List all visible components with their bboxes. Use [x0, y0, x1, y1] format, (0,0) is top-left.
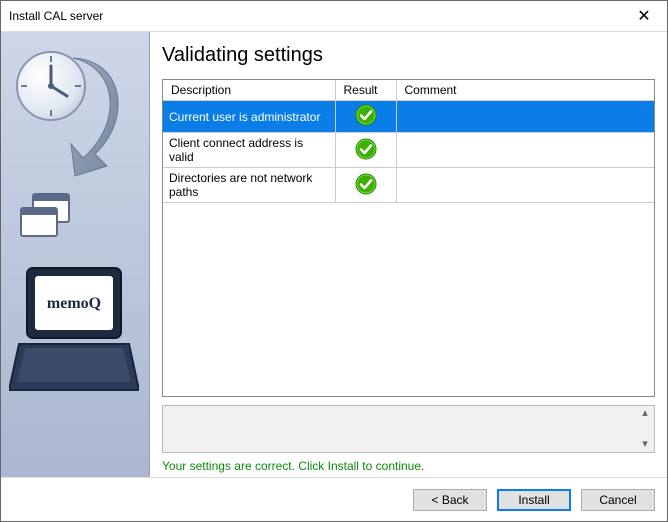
status-message: Your settings are correct. Click Install…	[162, 453, 655, 477]
window-body: memoQ Validating settings Description	[1, 32, 667, 477]
close-button[interactable]: ✕	[621, 1, 667, 31]
close-icon: ✕	[637, 6, 650, 26]
cell-comment	[396, 133, 654, 168]
page-heading: Validating settings	[162, 44, 655, 67]
validation-table: Description Result Comment Current user …	[163, 80, 654, 203]
scroll-up-icon[interactable]: ▴	[638, 408, 652, 419]
installer-window: Install CAL server ✕	[0, 0, 668, 522]
svg-text:memoQ: memoQ	[47, 295, 101, 312]
col-header-comment[interactable]: Comment	[396, 80, 654, 101]
check-ok-icon	[355, 173, 377, 198]
check-ok-icon	[355, 138, 377, 163]
cancel-button[interactable]: Cancel	[581, 489, 655, 511]
cell-comment	[396, 168, 654, 203]
window-title: Install CAL server	[9, 9, 103, 23]
scroll-down-icon[interactable]: ▾	[638, 439, 652, 450]
table-row[interactable]: Directories are not network paths	[163, 168, 654, 203]
check-ok-icon	[355, 104, 377, 129]
cell-comment	[396, 101, 654, 133]
cell-result	[335, 133, 396, 168]
install-button[interactable]: Install	[497, 489, 571, 511]
details-box: ▴ ▾	[162, 405, 655, 453]
windows-icon	[19, 192, 75, 243]
titlebar: Install CAL server ✕	[1, 1, 667, 32]
cell-description: Current user is administrator	[163, 101, 335, 133]
table-row[interactable]: Client connect address is valid	[163, 133, 654, 168]
back-button[interactable]: < Back	[413, 489, 487, 511]
cell-description: Client connect address is valid	[163, 133, 335, 168]
table-row[interactable]: Current user is administrator	[163, 101, 654, 133]
wizard-sidebar: memoQ	[1, 32, 150, 477]
col-header-result[interactable]: Result	[335, 80, 396, 101]
footer: < Back Install Cancel	[1, 477, 667, 521]
col-header-description[interactable]: Description	[163, 80, 335, 101]
main-panel: Validating settings Description Result C…	[150, 32, 667, 477]
cell-description: Directories are not network paths	[163, 168, 335, 203]
clock-icon	[13, 48, 133, 181]
laptop-icon: memoQ	[9, 262, 139, 405]
cell-result	[335, 101, 396, 133]
validation-table-wrap: Description Result Comment Current user …	[162, 79, 655, 397]
cell-result	[335, 168, 396, 203]
